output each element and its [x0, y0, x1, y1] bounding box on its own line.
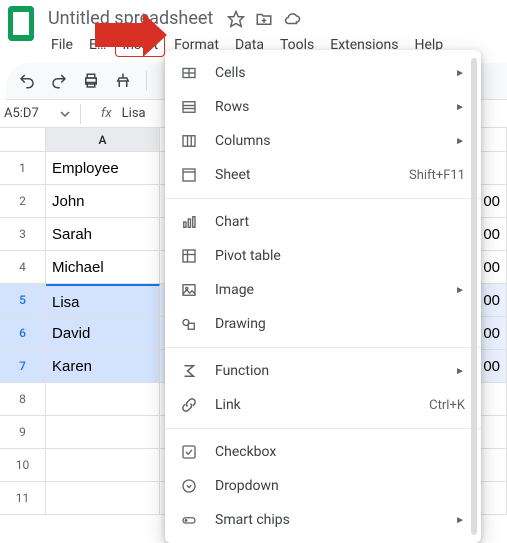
- menu-item-label: Chart: [215, 214, 465, 230]
- menu-item-cells[interactable]: Cells ►: [165, 56, 481, 90]
- link-icon: [179, 395, 199, 415]
- row-header[interactable]: 5: [0, 284, 46, 317]
- menu-item-label: Image: [215, 282, 439, 298]
- chips-icon: [179, 510, 199, 530]
- menu-item-chart[interactable]: Chart: [165, 205, 481, 239]
- menu-item-link[interactable]: Link Ctrl+K: [165, 388, 481, 422]
- menu-item-dropdown[interactable]: Dropdown: [165, 469, 481, 503]
- cells-icon: [179, 63, 199, 83]
- star-icon[interactable]: [227, 10, 245, 28]
- name-box-dropdown-icon[interactable]: [60, 109, 70, 119]
- row-header[interactable]: 10: [0, 449, 46, 482]
- cell[interactable]: [46, 383, 160, 416]
- menu-item-accelerator: Shift+F11: [409, 168, 465, 183]
- menu-separator: [165, 347, 481, 348]
- chart-icon: [179, 212, 199, 232]
- pivot-icon: [179, 246, 199, 266]
- insert-menu-dropdown: Cells ► Rows ► Columns ► Sheet Shift+F11 Chart Pi…: [165, 50, 481, 543]
- select-all-corner[interactable]: [0, 128, 46, 152]
- cell[interactable]: [46, 416, 160, 449]
- menu-item-label: Drawing: [215, 316, 465, 332]
- paint-format-icon[interactable]: [114, 72, 132, 90]
- menu-item-label: Pivot table: [215, 248, 465, 264]
- cell[interactable]: [46, 449, 160, 482]
- menu-item-pivot-table[interactable]: Pivot table: [165, 239, 481, 273]
- menu-item-image[interactable]: Image ►: [165, 273, 481, 307]
- menu-item-label: Dropdown: [215, 478, 465, 494]
- menu-item-checkbox[interactable]: Checkbox: [165, 435, 481, 469]
- menu-item-label: Link: [215, 397, 413, 413]
- row-header[interactable]: 2: [0, 185, 46, 218]
- column-header[interactable]: A: [46, 128, 160, 152]
- menu-item-label: Cells: [215, 65, 439, 81]
- row-header[interactable]: 7: [0, 350, 46, 383]
- menu-item-smart-chips[interactable]: Smart chips ►: [165, 503, 481, 537]
- function-icon: [179, 361, 199, 381]
- submenu-arrow-icon: ►: [455, 136, 465, 147]
- scrollbar[interactable]: [471, 58, 477, 535]
- annotation-arrow: [95, 23, 145, 47]
- row-header[interactable]: 11: [0, 482, 46, 515]
- cell[interactable]: Employee: [46, 152, 160, 185]
- menu-item-label: Function: [215, 363, 439, 379]
- row-header[interactable]: 1: [0, 152, 46, 185]
- menu-item-label: Smart chips: [215, 512, 439, 528]
- cell[interactable]: Sarah: [46, 218, 160, 251]
- menu-file[interactable]: File: [44, 33, 80, 57]
- menu-item-label: Sheet: [215, 167, 393, 183]
- drawing-icon: [179, 314, 199, 334]
- cell[interactable]: Lisa: [46, 284, 160, 317]
- row-header[interactable]: 9: [0, 416, 46, 449]
- toolbar-separator: [146, 71, 147, 91]
- submenu-arrow-icon: ►: [455, 366, 465, 377]
- menu-item-accelerator: Ctrl+K: [429, 398, 465, 413]
- menu-item-label: Columns: [215, 133, 439, 149]
- menu-item-columns[interactable]: Columns ►: [165, 124, 481, 158]
- menu-item-label: Rows: [215, 99, 439, 115]
- cell[interactable]: Karen: [46, 350, 160, 383]
- menu-item-function[interactable]: Function ►: [165, 354, 481, 388]
- move-icon[interactable]: [255, 10, 273, 28]
- menu-separator: [165, 198, 481, 199]
- cell[interactable]: [46, 482, 160, 515]
- menu-item-drawing[interactable]: Drawing: [165, 307, 481, 341]
- undo-icon[interactable]: [18, 72, 36, 90]
- name-box[interactable]: A5:D7: [0, 100, 60, 127]
- menu-item-label: Checkbox: [215, 444, 465, 460]
- redo-icon[interactable]: [50, 72, 68, 90]
- checkbox-icon: [179, 442, 199, 462]
- cell[interactable]: Michael: [46, 251, 160, 284]
- cell[interactable]: John: [46, 185, 160, 218]
- sheet-icon: [179, 165, 199, 185]
- submenu-arrow-icon: ►: [455, 515, 465, 526]
- print-icon[interactable]: [82, 72, 100, 90]
- formula-bar[interactable]: Lisa: [122, 106, 146, 121]
- menu-item-sheet[interactable]: Sheet Shift+F11: [165, 158, 481, 192]
- submenu-arrow-icon: ►: [455, 102, 465, 113]
- cloud-status-icon[interactable]: [283, 10, 301, 28]
- fx-label: fx: [91, 106, 122, 121]
- dropdown-icon: [179, 476, 199, 496]
- image-icon: [179, 280, 199, 300]
- row-header[interactable]: 6: [0, 317, 46, 350]
- menu-item-rows[interactable]: Rows ►: [165, 90, 481, 124]
- submenu-arrow-icon: ►: [455, 68, 465, 79]
- row-header[interactable]: 8: [0, 383, 46, 416]
- submenu-arrow-icon: ►: [455, 285, 465, 296]
- rows-icon: [179, 97, 199, 117]
- separator: [80, 104, 81, 124]
- sheets-logo[interactable]: [8, 6, 34, 41]
- cols-icon: [179, 131, 199, 151]
- cell[interactable]: David: [46, 317, 160, 350]
- row-header[interactable]: 3: [0, 218, 46, 251]
- menu-separator: [165, 428, 481, 429]
- row-header[interactable]: 4: [0, 251, 46, 284]
